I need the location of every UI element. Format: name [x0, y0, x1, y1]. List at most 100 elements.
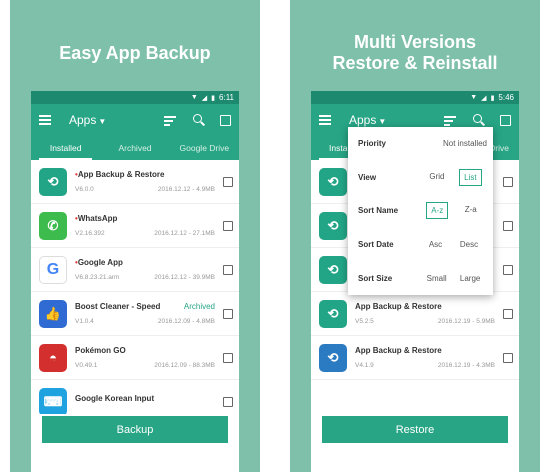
- toolbar-title: Apps: [69, 113, 97, 127]
- app-name: Google Korean Input: [75, 393, 155, 403]
- sort-date-asc-option[interactable]: Asc: [425, 237, 446, 252]
- caret-down-icon: ▼: [98, 117, 107, 126]
- app-date-size: 2016.12.12 - 39.9MB: [154, 274, 215, 281]
- app-version: V1.0.4: [75, 318, 94, 325]
- battery-icon: ▮: [211, 94, 216, 102]
- list-item[interactable]: G •Google App V6.8.23.21.arm 2016.12.12 -…: [31, 248, 239, 292]
- view-label: View: [358, 172, 377, 182]
- sort-name-za-option[interactable]: Z-a: [461, 202, 481, 219]
- sort-date-row: Sort Date Asc Desc: [348, 228, 493, 262]
- row-checkbox[interactable]: [223, 396, 233, 407]
- app-date-size: 2016.12.12 - 4.9MB: [157, 186, 215, 193]
- select-all-icon[interactable]: [220, 114, 231, 126]
- app-date-size: 2016.12.19 - 5.9MB: [437, 318, 495, 325]
- google-icon: G: [39, 255, 67, 284]
- view-row: View Grid List: [348, 161, 493, 195]
- row-checkbox[interactable]: [223, 308, 233, 319]
- row-checkbox[interactable]: [223, 220, 233, 231]
- apps-dropdown[interactable]: Apps ▼: [349, 113, 430, 127]
- list-item[interactable]: ⟲ App Backup & Restore V4.1.9 2016.12.19 …: [311, 336, 519, 380]
- sort-date-desc-option[interactable]: Desc: [456, 237, 482, 252]
- app-version: V4.1.9: [355, 362, 374, 369]
- status-bar: ▼ ◢ ▮ 6:11: [31, 91, 239, 104]
- sort-size-large-option[interactable]: Large: [456, 271, 484, 286]
- app-version: V6.8.23.21.arm: [75, 274, 120, 281]
- list-item[interactable]: ◓ Pokémon GO V0.49.1 2016.12.09 - 88.3MB: [31, 336, 239, 380]
- tab-google-drive[interactable]: Google Drive: [170, 136, 239, 160]
- row-checkbox[interactable]: [503, 264, 513, 275]
- view-grid-option[interactable]: Grid: [425, 169, 448, 186]
- app-name: App Backup & Restore: [355, 302, 442, 311]
- apps-dropdown[interactable]: Apps ▼: [69, 113, 150, 127]
- priority-value[interactable]: Not installed: [420, 139, 487, 148]
- sort-icon[interactable]: [444, 113, 458, 127]
- backup-old-icon: ⟲: [319, 343, 347, 372]
- backup-icon: ⟲: [319, 255, 347, 284]
- row-checkbox[interactable]: [223, 352, 233, 363]
- backup-icon: ⟲: [319, 299, 347, 328]
- sort-name-label: Sort Name: [358, 206, 399, 216]
- left-promo-panel: Easy App Backup ▼ ◢ ▮ 6:11 Apps ▼ Install…: [10, 0, 260, 472]
- right-promo-panel: Multi Versions Restore & Reinstall ▼ ◢ ▮…: [290, 0, 540, 472]
- keyboard-icon: ⌨: [39, 387, 67, 414]
- app-name: Boost Cleaner - Speed: [75, 302, 161, 311]
- app-name: WhatsApp: [77, 214, 118, 223]
- search-icon[interactable]: [472, 113, 486, 127]
- app-version: V2.16.392: [75, 230, 105, 237]
- hamburger-menu-icon[interactable]: [319, 115, 331, 125]
- tab-installed[interactable]: Installed: [31, 136, 100, 160]
- row-checkbox[interactable]: [223, 264, 233, 275]
- row-checkbox[interactable]: [503, 220, 513, 231]
- row-checkbox[interactable]: [223, 176, 233, 187]
- view-list-option[interactable]: List: [459, 168, 482, 186]
- wifi-icon: ▼: [470, 94, 478, 101]
- pokeball-icon: ◓: [39, 343, 67, 372]
- sort-icon[interactable]: [164, 113, 178, 127]
- app-date-size: 2016.12.12 - 27.1MB: [154, 230, 215, 237]
- backup-button[interactable]: Backup: [42, 416, 228, 443]
- app-version: V6.0.0: [75, 186, 94, 193]
- sort-size-label: Sort Size: [358, 273, 393, 283]
- list-item[interactable]: ⟲ App Backup & Restore V5.2.5 2016.12.19 …: [311, 292, 519, 336]
- battery-icon: ▮: [490, 94, 495, 102]
- app-date-size: 2016.12.19 - 4.3MB: [437, 362, 495, 369]
- sort-size-small-option[interactable]: Small: [423, 271, 451, 286]
- right-headline-line2: Restore & Reinstall: [332, 53, 498, 73]
- status-time: 5:46: [498, 93, 514, 102]
- left-phone-screen: ▼ ◢ ▮ 6:11 Apps ▼ Installed Archived Goog…: [31, 91, 239, 472]
- list-item[interactable]: ⌨ Google Korean Input: [31, 380, 239, 414]
- signal-icon: ◢: [481, 94, 487, 102]
- list-item[interactable]: ⟲ •App Backup & Restore V6.0.0 2016.12.12…: [31, 160, 239, 204]
- app-date-size: 2016.12.09 - 88.3MB: [154, 362, 215, 369]
- app-name: App Backup & Restore: [355, 346, 442, 355]
- restore-button[interactable]: Restore: [322, 416, 508, 443]
- right-headline-line1: Multi Versions: [353, 32, 477, 52]
- boost-icon: 👍: [39, 299, 67, 328]
- row-checkbox[interactable]: [503, 176, 513, 187]
- select-all-icon[interactable]: [500, 114, 511, 126]
- list-item[interactable]: 👍 Boost Cleaner - Speed Archived V1.0.4 20…: [31, 292, 239, 336]
- app-list: ⟲ •App Backup & Restore V6.0.0 2016.12.12…: [31, 160, 239, 414]
- row-checkbox[interactable]: [503, 308, 513, 319]
- tab-archived[interactable]: Archived: [100, 136, 169, 160]
- hamburger-menu-icon[interactable]: [39, 115, 51, 125]
- archived-badge: Archived: [183, 302, 215, 311]
- wifi-icon: ▼: [190, 94, 198, 101]
- app-toolbar: Apps ▼: [31, 104, 239, 136]
- tab-bar: Installed Archived Google Drive: [31, 136, 239, 160]
- list-item[interactable]: ✆ •WhatsApp V2.16.392 2016.12.12 - 27.1MB: [31, 204, 239, 248]
- app-date-size: 2016.12.09 - 4.8MB: [157, 318, 215, 325]
- left-headline: Easy App Backup: [59, 43, 211, 63]
- app-version: V0.49.1: [75, 362, 98, 369]
- status-time: 6:11: [219, 93, 234, 102]
- priority-row[interactable]: Priority Not installed: [348, 127, 493, 161]
- status-bar: ▼ ◢ ▮ 5:46: [311, 91, 519, 104]
- app-name: Pokémon GO: [75, 346, 126, 355]
- app-version: V5.2.5: [355, 318, 374, 325]
- search-icon[interactable]: [192, 113, 206, 127]
- backup-icon: ⟲: [319, 167, 347, 196]
- backup-icon: ⟲: [319, 211, 347, 240]
- sort-name-az-option[interactable]: A-z: [426, 202, 449, 220]
- right-phone-screen: ▼ ◢ ▮ 5:46 Apps ▼ Insta Drive ⟲ ⟲ ⟲ ⟲ Ap…: [311, 91, 519, 472]
- row-checkbox[interactable]: [503, 352, 513, 363]
